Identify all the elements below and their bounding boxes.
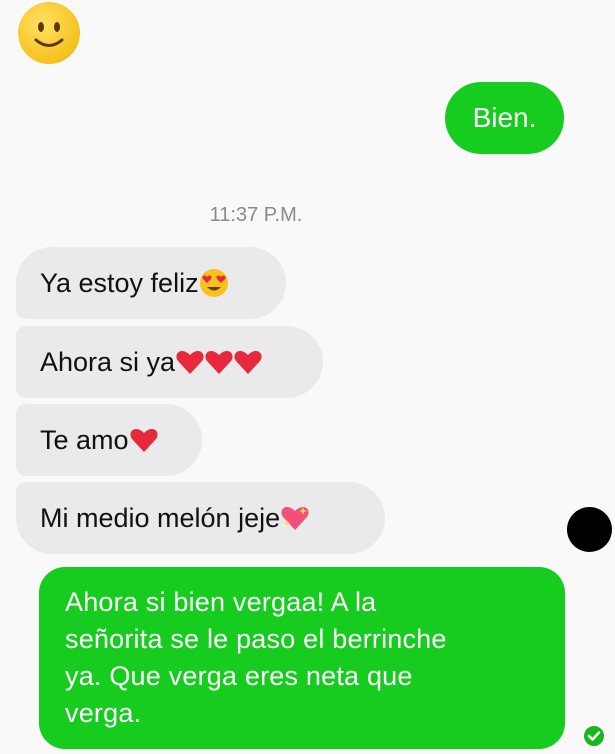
red-heart-icon — [205, 349, 233, 375]
red-heart-icon — [130, 427, 158, 453]
message-text: Ahora si ya — [40, 346, 176, 377]
sent-message-bubble[interactable]: Ahora si bien vergaa! A la señorita se l… — [39, 567, 565, 749]
message-line: verga. — [65, 698, 142, 728]
message-line: señorita se le paso el berrinche — [65, 624, 447, 654]
contact-avatar[interactable] — [567, 507, 612, 552]
message-line: Ahora si bien vergaa! A la — [65, 587, 377, 617]
message-timestamp: 11:37 P.M. — [209, 204, 303, 226]
message-text: Ya estoy feliz — [40, 267, 199, 298]
message-text: Te amo — [40, 424, 129, 455]
received-message-bubble[interactable]: Ya estoy feliz — [16, 247, 286, 319]
sparkling-heart-icon — [281, 505, 309, 531]
red-heart-icon — [234, 349, 262, 375]
heart-eyes-face-icon — [199, 268, 229, 298]
message-text: Bien. — [472, 102, 537, 133]
received-message-bubble[interactable]: Te amo — [16, 404, 202, 476]
message-text: Mi medio melón jeje — [40, 502, 281, 533]
received-message-bubble[interactable]: Mi medio melón jeje — [16, 482, 385, 554]
sent-message-bubble[interactable]: Bien. — [445, 82, 564, 154]
read-receipt-check-icon — [582, 724, 606, 748]
received-message-bubble[interactable]: Ahora si ya — [16, 326, 323, 398]
smiley-face-icon — [18, 2, 80, 64]
red-heart-icon — [176, 349, 204, 375]
message-line: ya. Que verga eres neta que — [65, 661, 413, 691]
